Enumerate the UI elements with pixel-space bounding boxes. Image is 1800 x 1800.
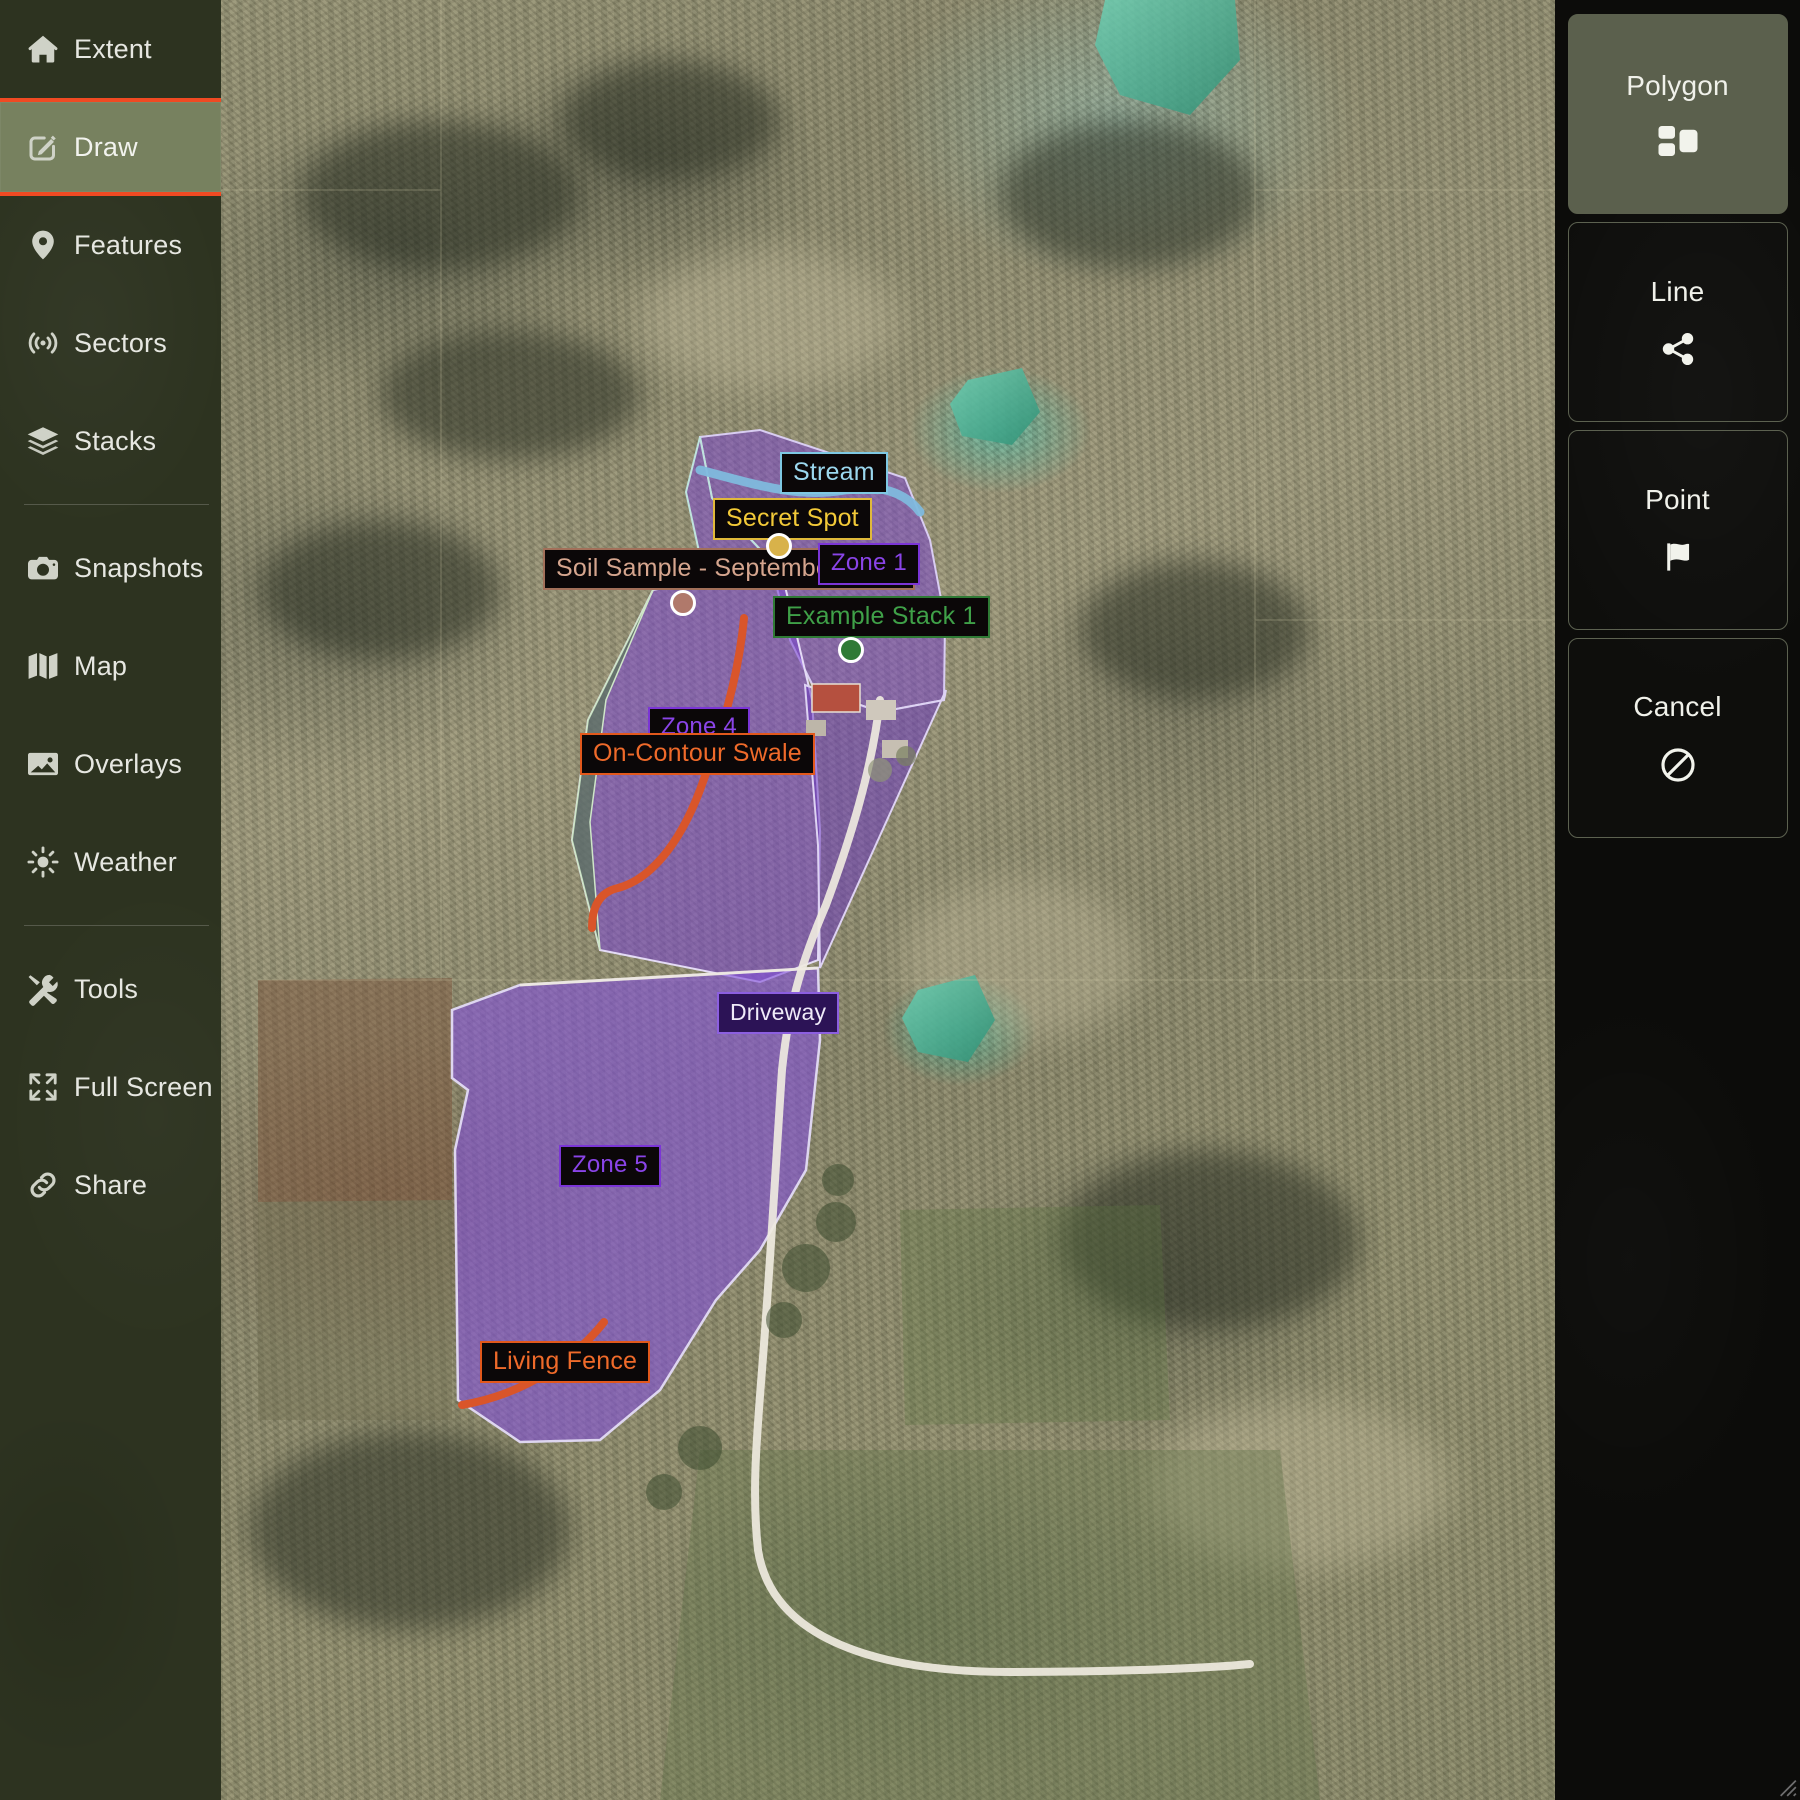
- sidebar-item-label: Tools: [74, 973, 139, 1004]
- window-resize-handle[interactable]: [1772, 1772, 1798, 1798]
- map-point-marker-secret-spot[interactable]: [766, 533, 792, 559]
- sidebar-item-snapshots[interactable]: Snapshots: [0, 519, 221, 617]
- sidebar-item-overlays[interactable]: Overlays: [0, 715, 221, 813]
- sidebar-divider-2: [24, 925, 209, 926]
- field-parcel-brown: [258, 978, 452, 1202]
- sidebar-item-features[interactable]: Features: [0, 196, 221, 294]
- map-icon: [12, 648, 74, 684]
- pond-lower-right: [902, 975, 995, 1062]
- sidebar-item-label: Share: [74, 1169, 148, 1200]
- pencil-square-icon: [12, 129, 74, 165]
- draw-cancel-button[interactable]: Cancel: [1567, 638, 1788, 838]
- building-small: [866, 700, 896, 720]
- home-icon: [12, 31, 74, 67]
- tools-icon: [12, 971, 74, 1007]
- draw-polygon-button[interactable]: Polygon: [1567, 14, 1788, 214]
- sidebar-item-tools[interactable]: Tools: [0, 940, 221, 1038]
- map-point-marker-soil-sample[interactable]: [670, 590, 696, 616]
- draw-point-button[interactable]: Point: [1567, 430, 1788, 630]
- left-sidebar: Extent Draw Features Sectors Stacks Snap…: [0, 0, 221, 1800]
- polygon-shapes-icon: [1657, 124, 1699, 158]
- sidebar-item-stacks[interactable]: Stacks: [0, 392, 221, 490]
- link-icon: [12, 1167, 74, 1203]
- sidebar-item-label: Full Screen: [74, 1071, 213, 1102]
- draw-line-label: Line: [1650, 276, 1705, 307]
- share-nodes-icon: [1658, 330, 1698, 368]
- map-point-marker-example-stack[interactable]: [838, 637, 864, 663]
- map-label-on-contour-swale[interactable]: On-Contour Swale: [580, 733, 815, 775]
- layers-icon: [12, 423, 74, 459]
- sidebar-item-weather[interactable]: Weather: [0, 813, 221, 911]
- draw-polygon-label: Polygon: [1626, 70, 1729, 101]
- camera-icon: [12, 550, 74, 586]
- satellite-map[interactable]: Stream Secret Spot Soil Sample - Septemb…: [0, 0, 1800, 1800]
- sidebar-item-map[interactable]: Map: [0, 617, 221, 715]
- sidebar-item-label: Stacks: [74, 425, 157, 456]
- field-parcel-olive: [258, 1200, 452, 1420]
- sidebar-item-label: Map: [74, 650, 128, 681]
- map-label-driveway[interactable]: Driveway: [717, 992, 840, 1034]
- map-label-stream[interactable]: Stream: [780, 452, 888, 494]
- tree-canopy: [868, 758, 892, 782]
- map-label-zone-5[interactable]: Zone 5: [559, 1145, 661, 1187]
- sidebar-item-sectors[interactable]: Sectors: [0, 294, 221, 392]
- draw-point-label: Point: [1645, 484, 1710, 515]
- sun-icon: [12, 844, 74, 880]
- sidebar-item-label: Draw: [74, 131, 138, 162]
- sidebar-item-label: Sectors: [74, 327, 167, 358]
- building-red-roof: [811, 683, 861, 713]
- map-label-zone-1[interactable]: Zone 1: [818, 543, 920, 585]
- sidebar-item-full-screen[interactable]: Full Screen: [0, 1038, 221, 1136]
- map-label-example-stack-1[interactable]: Example Stack 1: [773, 596, 990, 638]
- sidebar-item-label: Extent: [74, 33, 152, 64]
- field-parcel-green2: [900, 1205, 1170, 1425]
- sidebar-item-extent[interactable]: Extent: [0, 0, 221, 98]
- flag-icon: [1658, 538, 1698, 576]
- pond-top: [1095, 0, 1240, 115]
- map-vector-overlay: [0, 0, 1800, 1800]
- tree-canopy: [896, 746, 916, 766]
- map-label-living-fence[interactable]: Living Fence: [480, 1341, 651, 1383]
- sidebar-item-label: Snapshots: [74, 552, 204, 583]
- map-pin-icon: [12, 227, 74, 263]
- map-label-secret-spot[interactable]: Secret Spot: [713, 498, 872, 540]
- draw-tools-panel: Polygon Line Point Cancel: [1555, 0, 1800, 1800]
- pond-upper-right: [950, 368, 1040, 445]
- image-icon: [12, 746, 74, 782]
- sidebar-item-draw[interactable]: Draw: [0, 98, 221, 196]
- no-entry-icon: [1658, 745, 1698, 785]
- app-root: Stream Secret Spot Soil Sample - Septemb…: [0, 0, 1800, 1800]
- draw-cancel-label: Cancel: [1633, 691, 1722, 722]
- sidebar-item-label: Weather: [74, 846, 177, 877]
- broadcast-icon: [12, 325, 74, 361]
- draw-line-button[interactable]: Line: [1567, 222, 1788, 422]
- expand-icon: [12, 1070, 74, 1104]
- sidebar-item-label: Features: [74, 229, 183, 260]
- sidebar-divider-1: [24, 504, 209, 505]
- sidebar-item-share[interactable]: Share: [0, 1136, 221, 1234]
- sidebar-item-label: Overlays: [74, 748, 183, 779]
